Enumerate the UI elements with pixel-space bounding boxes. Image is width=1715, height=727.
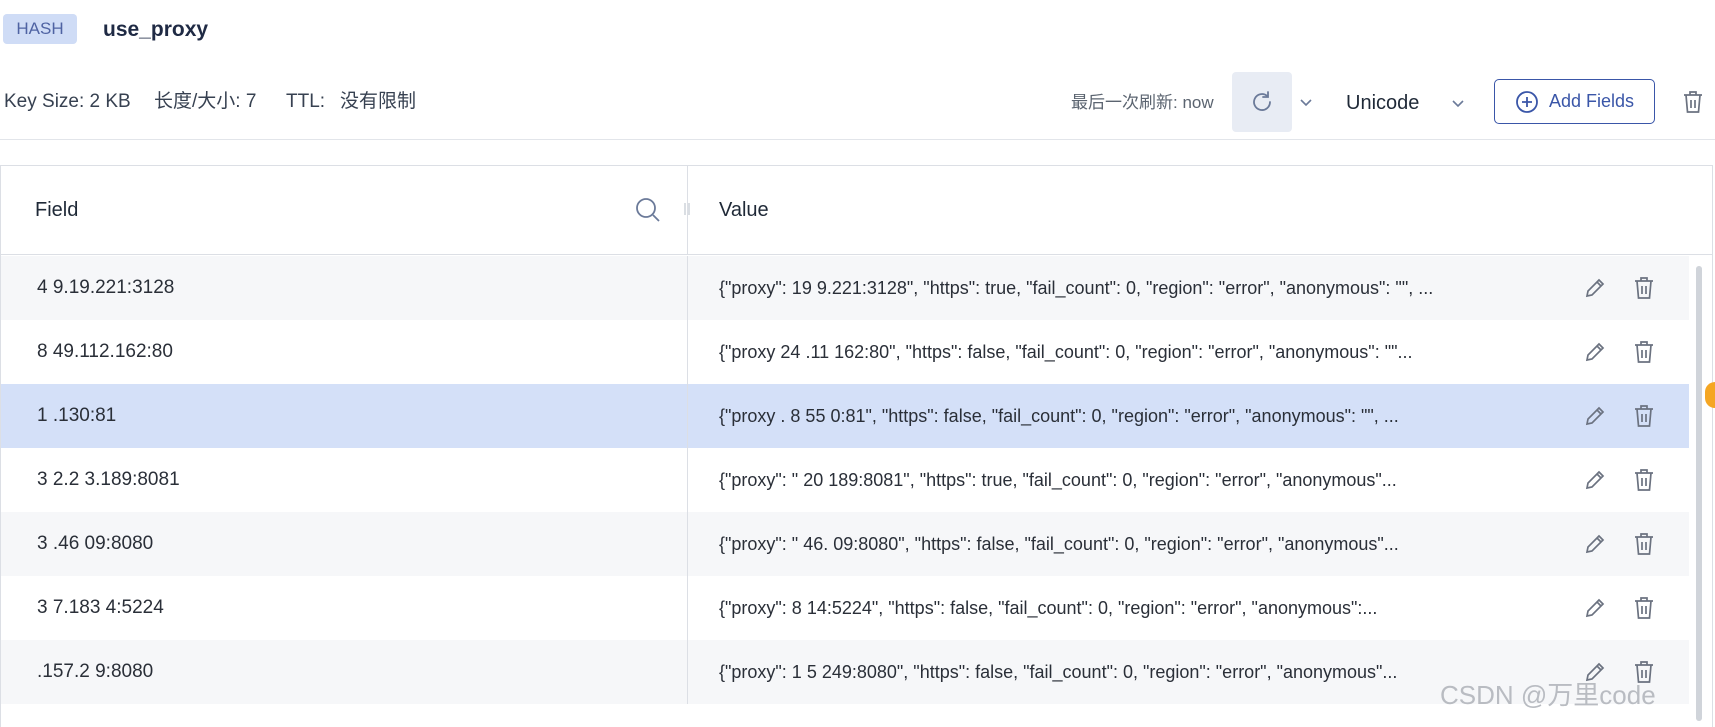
key-name: use_proxy: [103, 18, 209, 41]
encoding-value: Unicode: [1346, 92, 1420, 114]
value-cell: {"proxy": 8 14:5224", "https": false, "f…: [719, 598, 1378, 618]
trash-icon: [1684, 91, 1702, 113]
add-fields-label: Add Fields: [1548, 91, 1635, 111]
table-row[interactable]: .157.2 9:8080 {"proxy": 1 5 249:8080", "…: [1, 640, 1689, 704]
field-cell: .157.2 9:8080: [37, 661, 154, 682]
delete-field-button[interactable]: [1631, 273, 1657, 303]
table-row[interactable]: 3 .46 09:8080 {"proxy": " 46. 09:8080", …: [1, 512, 1689, 576]
value-cell: {"proxy 24 .11 162:80", "https": false, …: [719, 342, 1413, 362]
field-cell: 4 9.19.221:3128: [37, 277, 175, 298]
table-row[interactable]: 3 2.2 3.189:8081 {"proxy": " 20 189:8081…: [1, 448, 1689, 512]
edit-button[interactable]: [1581, 273, 1607, 303]
edit-button[interactable]: [1581, 401, 1607, 431]
edit-button[interactable]: [1581, 593, 1607, 623]
search-icon: [636, 198, 660, 222]
pencil-icon: [1585, 342, 1605, 362]
table-row[interactable]: 8 49.112.162:80 {"proxy 24 .11 162:80", …: [1, 320, 1689, 384]
delete-field-button[interactable]: [1631, 465, 1657, 495]
refresh-icon: [1253, 91, 1271, 111]
table-header: Field Value: [1, 166, 1712, 255]
trash-icon: [1635, 597, 1653, 619]
plus-circle-icon: [1516, 90, 1538, 113]
pencil-icon: [1585, 534, 1605, 554]
delete-key-button[interactable]: [1680, 88, 1706, 116]
column-header-field[interactable]: Field: [35, 197, 78, 223]
scrollbar-thumb[interactable]: [1696, 266, 1702, 721]
pencil-icon: [1585, 470, 1605, 490]
field-cell: 3 7.183 4:5224: [37, 597, 164, 618]
search-field-button[interactable]: [634, 196, 662, 224]
key-header: HASH use_proxy: [0, 0, 1715, 60]
column-divider: [687, 512, 688, 576]
edit-button[interactable]: [1581, 337, 1607, 367]
column-divider: [687, 576, 688, 640]
column-divider: [687, 384, 688, 448]
field-cell: 3 2.2 3.189:8081: [37, 469, 180, 490]
key-size: Key Size: 2 KB: [4, 91, 131, 112]
chevron-down-icon: [1300, 99, 1312, 107]
delete-field-button[interactable]: [1631, 337, 1657, 367]
floating-indicator[interactable]: [1705, 382, 1715, 408]
table-row[interactable]: 1 .130:81 {"proxy . 8 55 0:81", "https":…: [1, 384, 1689, 448]
trash-icon: [1635, 469, 1653, 491]
table-scrollbar[interactable]: [1696, 266, 1702, 721]
table-row[interactable]: 4 9.19.221:3128 {"proxy": 19 9.221:3128"…: [1, 256, 1689, 320]
key-meta-bar: Key Size: 2 KB 长度/大小: 7 TTL: 没有限制 最后一次刷新…: [0, 70, 1715, 140]
column-divider: [687, 166, 688, 255]
column-divider: [687, 640, 688, 704]
table-body: 4 9.19.221:3128 {"proxy": 19 9.221:3128"…: [1, 256, 1689, 727]
pencil-icon: [1585, 598, 1605, 618]
trash-icon: [1635, 533, 1653, 555]
value-cell: {"proxy": " 20 189:8081", "https": true,…: [719, 470, 1397, 490]
table-row[interactable]: 3 7.183 4:5224 {"proxy": 8 14:5224", "ht…: [1, 576, 1689, 640]
refresh-button[interactable]: [1232, 72, 1292, 132]
trash-icon: [1635, 405, 1653, 427]
column-divider: [687, 256, 688, 320]
trash-icon: [1635, 277, 1653, 299]
delete-field-button[interactable]: [1631, 401, 1657, 431]
column-header-value: Value: [719, 199, 769, 221]
value-cell: {"proxy": 19 9.221:3128", "https": true,…: [719, 278, 1434, 298]
ttl-value[interactable]: 没有限制: [340, 90, 416, 114]
last-refresh-label: 最后一次刷新: now: [1071, 93, 1214, 112]
column-divider: [687, 448, 688, 512]
encoding-select[interactable]: Unicode: [1346, 88, 1476, 118]
field-cell: 3 .46 09:8080: [37, 533, 154, 554]
value-cell: {"proxy . 8 55 0:81", "https": false, "f…: [719, 406, 1399, 426]
hash-fields-table: Field Value 4 9.19.221:3128 {"proxy": 19…: [0, 165, 1713, 727]
add-fields-button[interactable]: Add Fields: [1494, 79, 1655, 124]
delete-field-button[interactable]: [1631, 593, 1657, 623]
delete-field-button[interactable]: [1631, 529, 1657, 559]
value-cell: {"proxy": " 46. 09:8080", "https": false…: [719, 534, 1399, 554]
key-length: 长度/大小: 7: [154, 91, 257, 112]
trash-icon: [1635, 341, 1653, 363]
edit-button[interactable]: [1581, 529, 1607, 559]
chevron-down-icon: [1448, 90, 1468, 116]
value-cell: {"proxy": 1 5 249:8080", "https": false,…: [719, 662, 1398, 682]
auto-refresh-dropdown[interactable]: [1296, 90, 1316, 114]
field-cell: 1 .130:81: [37, 405, 117, 426]
pencil-icon: [1585, 278, 1605, 298]
key-type-badge: HASH: [3, 14, 77, 44]
ttl-label: TTL:: [286, 91, 326, 112]
pencil-icon: [1585, 406, 1605, 426]
field-cell: 8 49.112.162:80: [37, 341, 173, 362]
column-divider: [687, 320, 688, 384]
edit-button[interactable]: [1581, 465, 1607, 495]
watermark: CSDN @万里code: [1440, 680, 1656, 710]
